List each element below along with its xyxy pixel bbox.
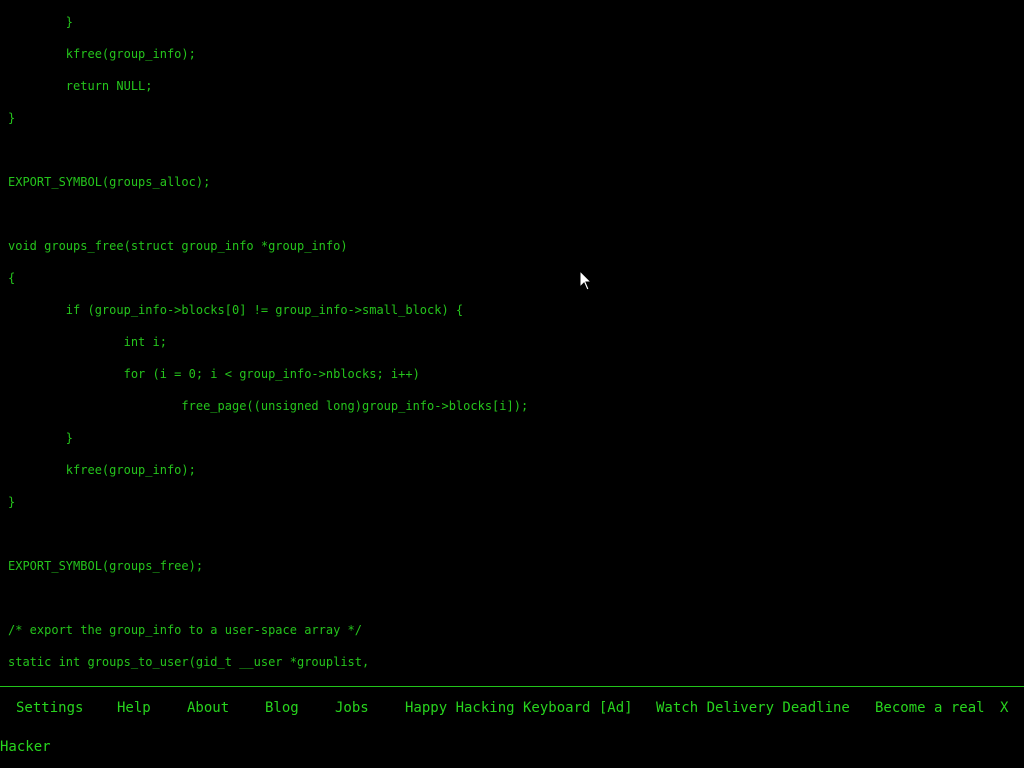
code-line: return NULL;: [8, 79, 153, 93]
code-line: EXPORT_SYMBOL(groups_alloc);: [8, 175, 211, 189]
help-link[interactable]: Help: [117, 699, 151, 717]
about-link[interactable]: About: [187, 699, 229, 717]
ad-link[interactable]: Happy Hacking Keyboard [Ad]: [405, 699, 633, 717]
code-line: }: [8, 495, 16, 509]
code-line: if (group_info->blocks[0] != group_info-…: [8, 303, 464, 317]
code-line: for (i = 0; i < group_info->nblocks; i++…: [8, 367, 420, 381]
blog-link[interactable]: Blog: [265, 699, 299, 717]
code-line: /* export the group_info to a user-space…: [8, 623, 363, 637]
mouse-pointer-icon: [579, 269, 593, 292]
jobs-link[interactable]: Jobs: [335, 699, 369, 717]
close-button[interactable]: X: [1000, 699, 1008, 717]
become-hacker-link-continued[interactable]: Hacker: [0, 738, 51, 756]
footer-bar: Settings Help About Blog Jobs Happy Hack…: [0, 686, 1024, 768]
code-line: int i;: [8, 335, 167, 349]
code-line: void groups_free(struct group_info *grou…: [8, 239, 348, 253]
code-line: kfree(group_info);: [8, 463, 196, 477]
watch-delivery-link[interactable]: Watch Delivery Deadline: [656, 699, 850, 717]
code-line: static int groups_to_user(gid_t __user *…: [8, 655, 370, 669]
code-line: }: [8, 15, 74, 29]
code-line: }: [8, 111, 16, 125]
settings-link[interactable]: Settings: [16, 699, 83, 717]
code-line: {: [8, 271, 16, 285]
code-line: }: [8, 431, 74, 445]
become-hacker-link[interactable]: Become a real: [875, 699, 985, 717]
code-line: free_page((unsigned long)group_info->blo…: [8, 399, 529, 413]
code-display: } kfree(group_info); return NULL; } EXPO…: [0, 0, 1024, 686]
code-line: EXPORT_SYMBOL(groups_free);: [8, 559, 204, 573]
code-line: kfree(group_info);: [8, 47, 196, 61]
